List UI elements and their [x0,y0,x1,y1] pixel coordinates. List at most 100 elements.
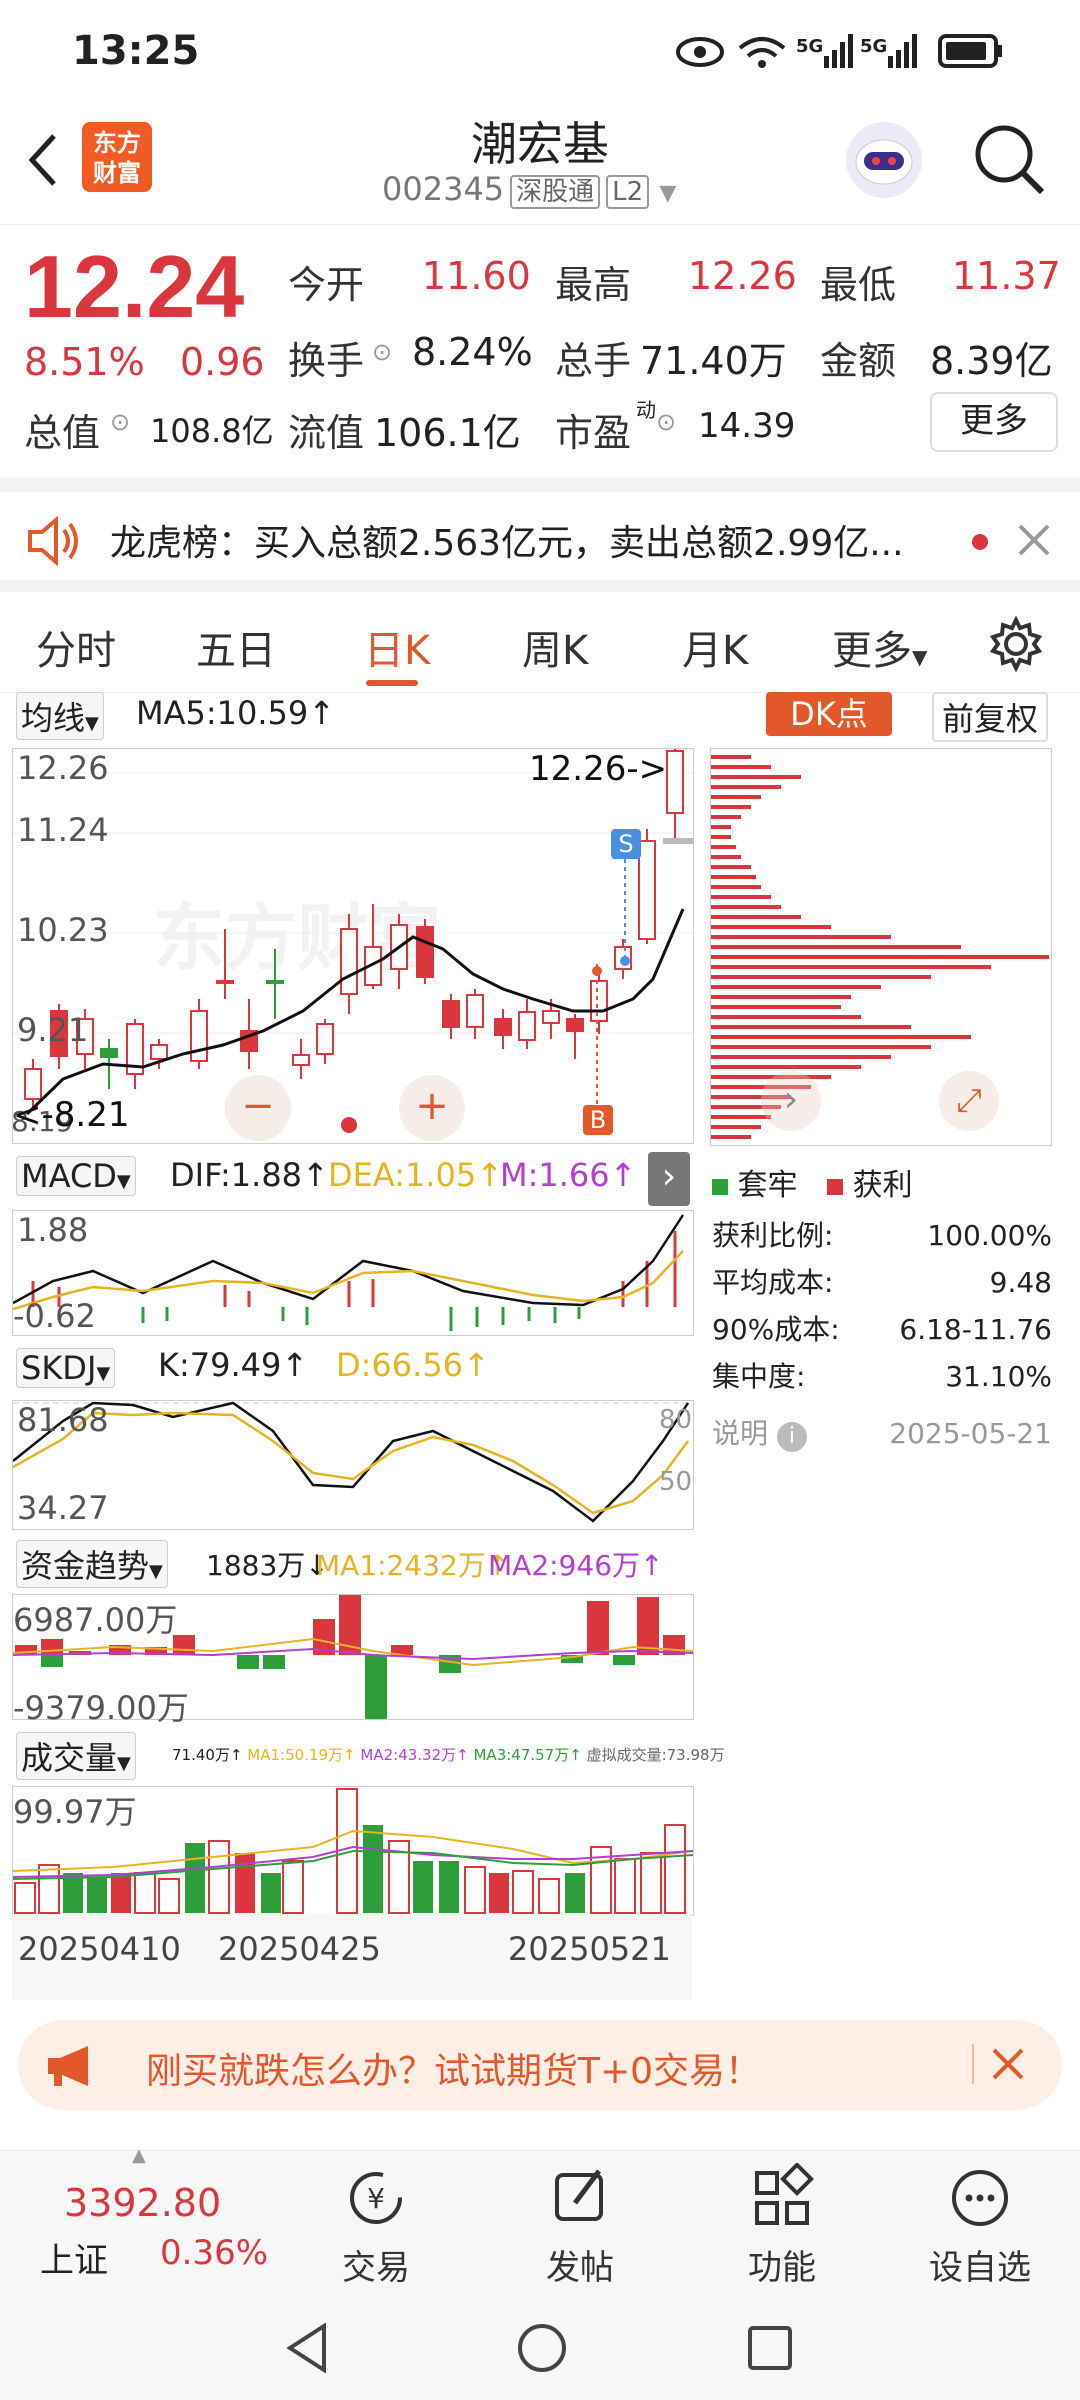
info-icon[interactable]: i [776,1422,807,1452]
volume-dropdown[interactable]: 成交量▼ [16,1732,136,1780]
zoom-out-icon[interactable]: − [225,1075,291,1141]
net1-label: 5G [796,36,823,57]
fund-trend-dropdown[interactable]: 资金趋势▼ [16,1540,168,1588]
sell-marker[interactable]: S [611,829,641,859]
open-value: 11.60 [422,254,531,298]
nav-home-icon[interactable] [514,2320,570,2376]
y-label: 9.21 [17,1011,89,1049]
close-icon[interactable] [1016,522,1052,558]
low-value: 11.37 [952,254,1061,298]
tab-weekly-k[interactable]: 周K [522,618,588,676]
fund-top-label: 6987.00万 [13,1601,178,1639]
dk-point-button[interactable]: DK点 [766,692,892,736]
nav-back-icon[interactable] [282,2320,332,2376]
svg-text:¥: ¥ [367,2182,385,2215]
tab-five-day[interactable]: 五日 [196,618,276,676]
candle [266,980,284,984]
y-label: 11.24 [17,811,109,849]
low-label: 最低 [820,263,897,307]
volume-chart: 99.97万 [12,1786,694,1916]
ma-dropdown[interactable]: 均线▼ [16,692,104,740]
hk-connect-tag: 深股通 [510,175,601,209]
skdj-chart: 81.68 34.27 80 50 [12,1400,694,1530]
volume-label: 总手 [555,339,632,383]
candle [566,1018,584,1032]
status-icons: 5G 5G [676,34,1002,68]
settings-gear-icon[interactable] [988,616,1044,672]
macd-top-label: 1.88 [17,1211,89,1249]
legend-trap-label: 套牢 [737,1168,798,1203]
expand-icon[interactable]: ⤢ [939,1071,999,1131]
megaphone-icon [48,2046,88,2086]
high-marker: 12.26-> [529,749,668,789]
info-icon[interactable]: ⊙ [110,408,130,436]
tab-more[interactable]: 更多▼ [832,618,927,676]
turnover-label: 换手 [288,339,365,383]
trade-button[interactable]: ¥ 交易 [306,2151,446,2289]
stock-header: 东方财富 潮宏基 002345 深股通 L2 ▼ [0,100,1080,225]
float-value: 106.1亿 [374,411,521,455]
macd-dropdown[interactable]: MACD▼ [16,1156,136,1196]
functions-button[interactable]: 功能 [712,2151,852,2289]
open-label: 今开 [288,263,365,307]
y-label: 10.23 [17,911,109,949]
legend-profit-label: 获利 [852,1168,913,1203]
candle [442,1000,460,1028]
notice-text: 龙虎榜：买入总额2.563亿元，卖出总额2.99亿... [110,523,904,564]
adjust-button[interactable]: 前复权 [932,692,1049,742]
candle [542,1010,560,1024]
buy-marker[interactable]: B [583,1105,613,1135]
stock-code: 002345 [382,170,505,208]
post-button[interactable]: 发帖 [510,2151,650,2289]
macd-dea: DEA:1.05↑ [328,1156,504,1194]
search-icon[interactable] [970,120,1050,200]
skdj-bottom-label: 34.27 [17,1489,109,1527]
info-icon[interactable]: ⊙ [656,408,676,436]
promo-text: 刚买就跌怎么办？试试期货T+0交易！ [146,2051,762,2092]
promo-banner[interactable]: 刚买就跌怎么办？试试期货T+0交易！ [18,2020,1062,2110]
skdj-d: D:66.56↑ [336,1346,490,1384]
zoom-in-icon[interactable]: + [399,1075,465,1141]
amount-value: 8.39亿 [930,339,1053,383]
edit-icon [555,2169,603,2221]
system-nav-bar [0,2290,1080,2400]
volume-value: 71.40万 [640,339,787,383]
high-label: 最高 [555,263,632,307]
candles-svg [13,749,693,1133]
chevron-right-icon[interactable]: › [761,1071,821,1131]
more-button[interactable]: 更多 [930,392,1058,452]
chevron-down-icon: ▼ [659,181,677,206]
tab-monthly-k[interactable]: 月K [682,618,748,676]
robot-assistant-icon[interactable] [842,118,926,202]
fund-trend-chart: 6987.00万 -9379.00万 [12,1594,694,1729]
skdj-dropdown[interactable]: SKDJ▼ [16,1348,116,1388]
clock: 13:25 [72,28,200,74]
k-line [12,1401,690,1523]
candle [190,1010,208,1062]
mktcap-label: 总值 [24,411,101,455]
tab-daily-k[interactable]: 日K [364,618,430,676]
speaker-icon [28,516,78,566]
chevron-right-icon[interactable]: › [648,1152,690,1206]
info-icon[interactable]: ⊙ [372,338,392,366]
candle [316,1023,334,1055]
stock-code-line[interactable]: 002345 深股通 L2 ▼ [382,170,677,209]
tab-intraday[interactable]: 分时 [36,618,116,676]
add-watchlist-button[interactable]: 设自选 [910,2151,1050,2289]
notice-bar[interactable]: 龙虎榜：买入总额2.563亿元，卖出总额2.99亿... [0,478,1080,592]
d-line [12,1411,690,1515]
candle [638,840,656,940]
nav-recents-icon[interactable] [744,2322,796,2374]
trade-label: 交易 [342,2248,410,2288]
candle [518,1011,536,1041]
note-label: 说明 [712,1417,769,1450]
volume-legend: 71.40万↑ MA1:50.19万↑ MA2:43.32万↑ MA3:47.5… [172,1746,725,1764]
index-ticker[interactable]: ▲ 3392.80 上证 0.36% [0,2145,280,2291]
macd-m: M:1.66↑ [500,1156,637,1194]
add-watchlist-label: 设自选 [929,2248,1031,2288]
functions-label: 功能 [748,2248,816,2288]
kline-chart[interactable]: 东方财富 12.26 11.24 10.23 9.21 8.19 12.26->… [11,748,694,1144]
candle [494,1018,512,1036]
close-icon[interactable] [990,2046,1026,2082]
chip-bars-svg [711,755,1049,1139]
